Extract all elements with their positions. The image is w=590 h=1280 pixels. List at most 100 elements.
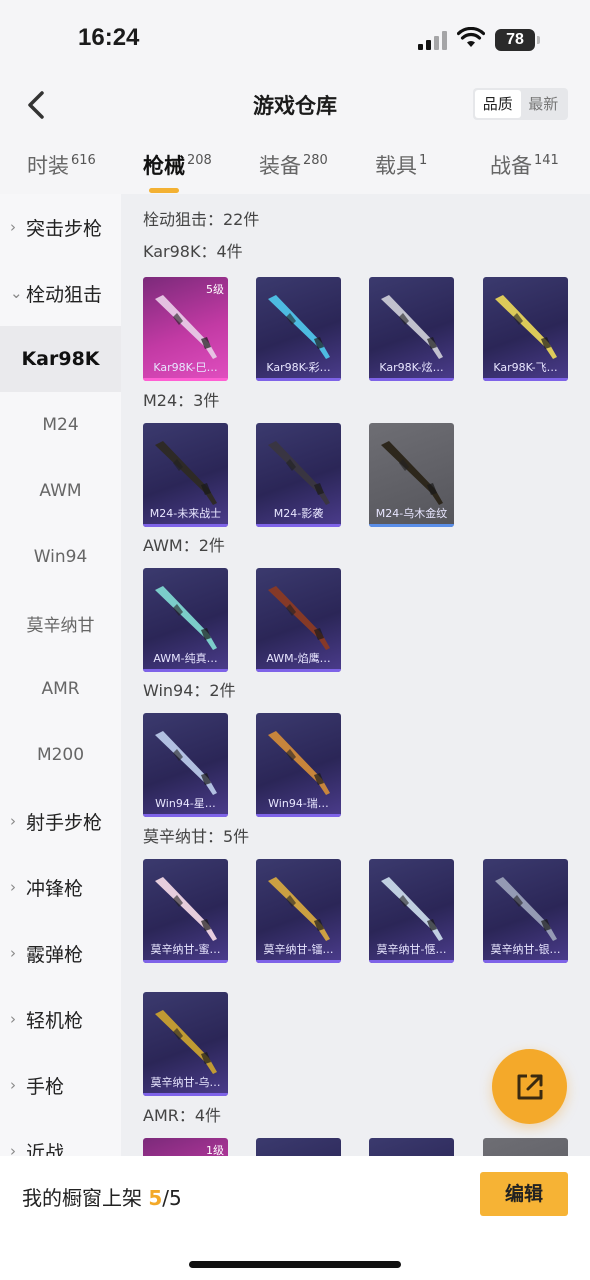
rarity-bar [256,960,341,963]
skin-name: Win94-瑞… [268,797,329,810]
sidebar-item-13[interactable]: › 手枪 [0,1052,121,1118]
weapon-skin-card[interactable]: 1级 [143,1138,228,1156]
weapon-skin-card[interactable]: AWM-焰鹰… [256,568,341,672]
weapon-skin-card[interactable]: M24-乌木金纹 [369,423,454,527]
rarity-bar [143,378,228,381]
rarity-bar [143,960,228,963]
skin-name: Kar98K-巳… [153,361,218,374]
weapon-skin-card[interactable]: Kar98K-炫… [369,277,454,381]
weapon-skin-card[interactable] [369,1138,454,1156]
sidebar-item-7[interactable]: AMR [0,656,121,722]
rarity-bar [256,814,341,817]
edit-button[interactable]: 编辑 [480,1172,568,1216]
weapon-skin-card[interactable]: Kar98K-飞… [483,277,568,381]
sidebar-item-label: M200 [36,745,85,765]
sidebar-item-10[interactable]: › 冲锋枪 [0,854,121,920]
weapon-skin-card[interactable]: Kar98K-彩… [256,277,341,381]
chevron-right-icon: › [10,218,16,236]
sidebar-item-11[interactable]: › 霰弹枪 [0,920,121,986]
sidebar-item-3[interactable]: M24 [0,392,121,458]
weapon-skin-card[interactable]: Win94-星… [143,713,228,817]
skin-name: M24-未来战士 [149,507,222,520]
sidebar-item-0[interactable]: › 突击步枪 [0,194,121,260]
weapon-skin-card[interactable]: M24-影袭 [256,423,341,527]
weapon-skin-card[interactable]: 莫辛纳甘-惬… [369,859,454,963]
skin-name: AWM-纯真… [153,652,218,665]
rarity-bar [256,378,341,381]
tab-equipment[interactable]: 装备 280 [259,150,328,180]
rarity-bar [143,814,228,817]
weapon-skin-card[interactable]: M24-未来战士 [143,423,228,527]
skin-name: 莫辛纳甘-惬… [376,943,447,956]
skin-name: Kar98K-飞… [493,361,558,374]
chevron-down-icon: ⌄ [10,284,23,302]
sidebar-item-label: Win94 [33,547,88,567]
skin-name: 莫辛纳甘-银… [490,943,561,956]
sort-toggle[interactable]: 品质 最新 [473,88,568,120]
weapon-skin-card[interactable]: 5级 Kar98K-巳… [143,277,228,381]
battery-icon: 78 [495,29,540,51]
sort-newest-option[interactable]: 最新 [521,90,567,118]
section-label: M24：3件 [143,391,220,410]
rarity-bar [143,524,228,527]
weapon-skin-card[interactable]: 莫辛纳甘-蜜… [143,859,228,963]
sidebar-item-4[interactable]: AWM [0,458,121,524]
sidebar-item-2[interactable]: Kar98K [0,326,121,392]
level-badge: 5级 [206,283,224,296]
skin-name: AWM-焰鹰… [266,652,331,665]
section-label: Kar98K：4件 [143,242,243,261]
home-indicator [189,1261,401,1268]
sidebar-item-label: 轻机枪 [26,1009,84,1032]
sidebar-item-1[interactable]: ⌄ 栓动狙击 [0,260,121,326]
section-label: Win94：2件 [143,681,236,700]
sidebar-item-label: M24 [42,415,79,435]
nav-bar: 游戏仓库 品质 最新 [0,78,590,136]
chevron-right-icon: › [10,1142,16,1156]
skin-name: Kar98K-彩… [266,361,331,374]
skin-name: Kar98K-炫… [379,361,444,374]
chevron-right-icon: › [10,944,16,962]
tab-vehicles[interactable]: 载具 1 [375,150,427,180]
wifi-icon [457,27,485,47]
rarity-bar [256,524,341,527]
sidebar-item-label: 手枪 [26,1075,65,1098]
tab-fashion[interactable]: 时装 616 [27,150,96,180]
tab-guns[interactable]: 枪械 208 [143,150,212,180]
weapon-skin-card[interactable]: 莫辛纳甘-镭… [256,859,341,963]
weapon-skin-card[interactable]: 莫辛纳甘-乌… [143,992,228,1096]
rarity-bar [143,669,228,672]
skin-name: 莫辛纳甘-乌… [150,1076,221,1089]
share-export-icon [517,1074,543,1100]
weapon-skin-card[interactable] [483,1138,568,1156]
skin-name: M24-影袭 [273,507,324,520]
chevron-right-icon: › [10,1076,16,1094]
chevron-right-icon: › [10,878,16,896]
rarity-bar [483,378,568,381]
active-tab-indicator [149,188,179,193]
weapon-skin-card[interactable]: AWM-纯真… [143,568,228,672]
sidebar-item-14[interactable]: › 近战 [0,1118,121,1157]
sidebar-item-label: AMR [41,679,80,699]
sidebar-item-label: AWM [39,481,82,501]
sidebar-item-9[interactable]: › 射手步枪 [0,788,121,854]
weapon-skin-card[interactable] [256,1138,341,1156]
status-bar: 16:24 78 [0,0,590,78]
tab-combat-gear[interactable]: 战备 141 [490,150,559,180]
sort-quality-option[interactable]: 品质 [475,90,521,118]
sidebar-item-8[interactable]: M200 [0,722,121,788]
sidebar-item-5[interactable]: Win94 [0,524,121,590]
skin-name: Win94-星… [155,797,216,810]
level-badge: 1级 [206,1144,224,1156]
share-button[interactable] [492,1049,567,1124]
rifle-icon [256,1138,341,1156]
sidebar-item-12[interactable]: › 轻机枪 [0,986,121,1052]
section-label: 莫辛纳甘：5件 [143,827,250,846]
showcase-count-label: 我的橱窗上架 5/5 [22,1186,182,1210]
rarity-bar [369,524,454,527]
rarity-bar [143,1093,228,1096]
sidebar-item-label: 射手步枪 [26,811,103,834]
sidebar-item-6[interactable]: 莫辛纳甘 [0,590,121,656]
weapon-skin-card[interactable]: 莫辛纳甘-银… [483,859,568,963]
skin-name: 莫辛纳甘-蜜… [150,943,221,956]
weapon-skin-card[interactable]: Win94-瑞… [256,713,341,817]
